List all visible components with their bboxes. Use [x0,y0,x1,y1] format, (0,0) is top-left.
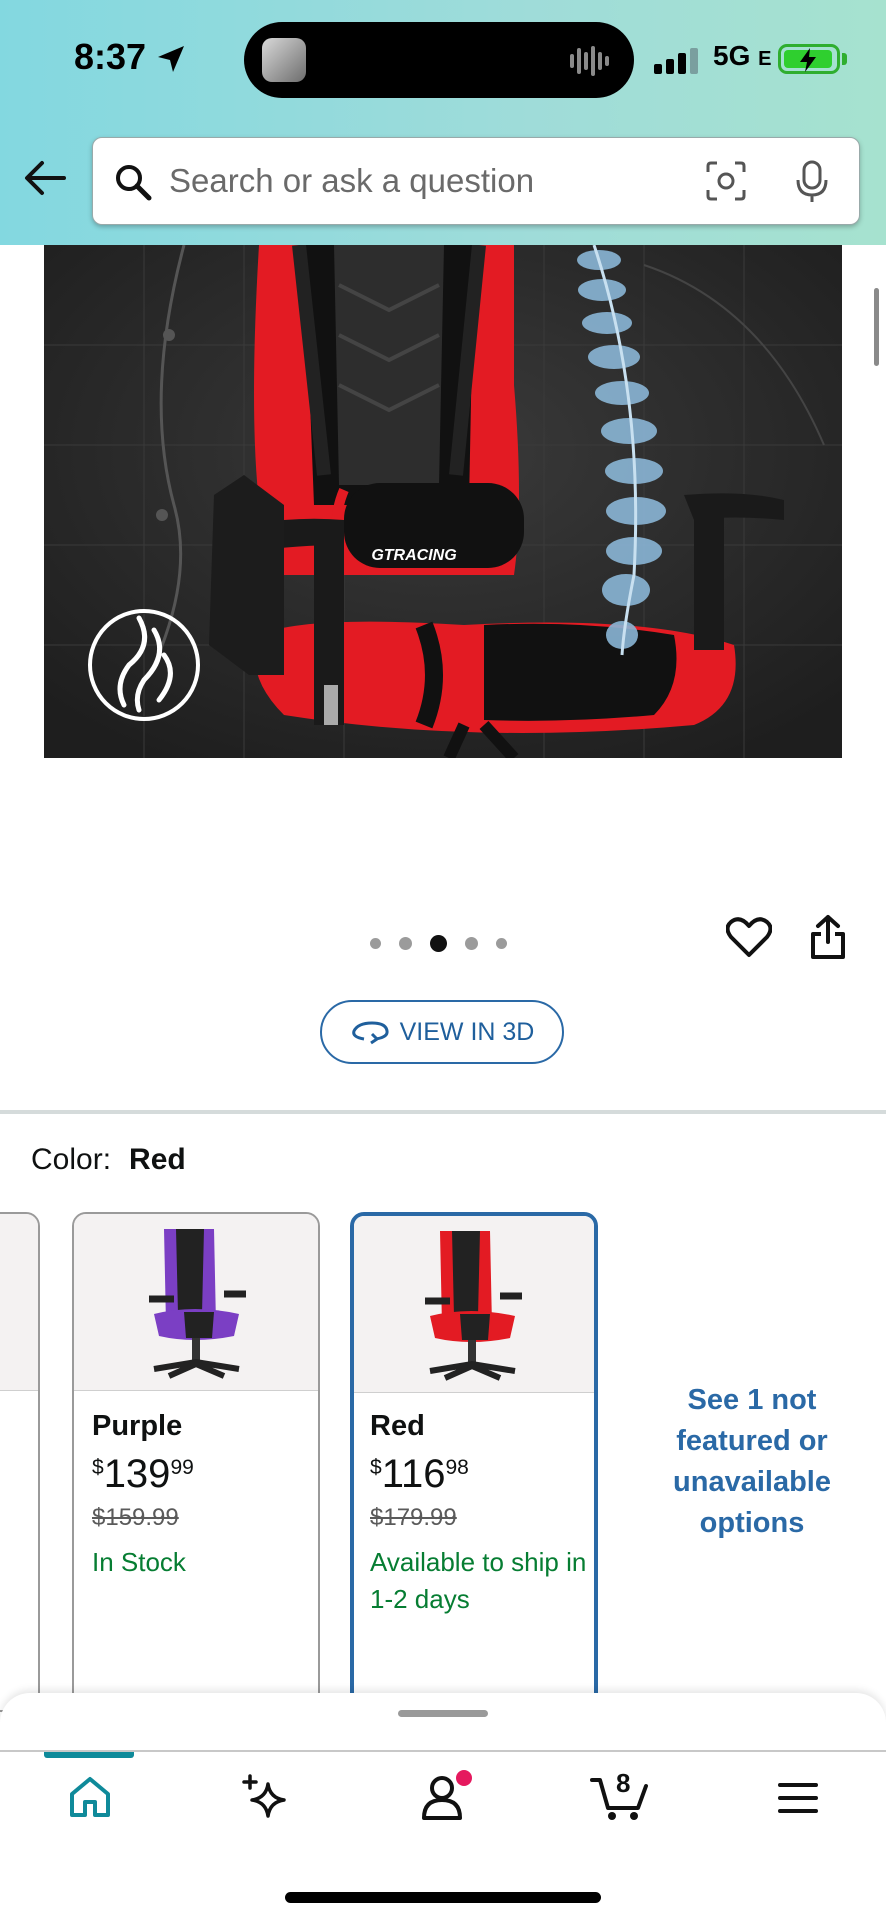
location-arrow-icon [158,46,184,72]
battery-icon [778,44,840,74]
variant-availability: In Stock [92,1547,186,1577]
carousel-dot[interactable] [370,938,381,949]
color-variant-card-partial[interactable] [0,1212,40,1712]
network-type: 5G E [713,40,771,72]
network-suffix: E [758,48,772,70]
variant-price: $13999 [92,1452,194,1496]
active-tab-indicator [44,1752,134,1758]
back-arrow-icon[interactable] [24,160,66,196]
camera-lens-icon[interactable] [705,160,747,202]
gaming-chair-illustration: GTRACING [44,245,842,758]
microphone-icon[interactable] [795,160,829,204]
variant-price: $11698 [370,1452,469,1496]
image-carousel-dots[interactable] [370,935,507,952]
home-icon[interactable] [68,1774,112,1820]
sparkle-icon[interactable] [240,1774,290,1820]
carousel-dot-active[interactable] [430,935,447,952]
variant-name: Red [370,1410,425,1442]
account-icon[interactable] [418,1768,474,1822]
variant-availability: Available to ship in 1-2 days [370,1547,587,1614]
product-image[interactable]: GTRACING [44,245,842,758]
section-divider [0,1110,886,1114]
bottom-sheet[interactable] [0,1693,886,1753]
page-scrollbar[interactable] [874,288,879,366]
selected-color: Red [129,1143,186,1176]
variant-list-price: $179.99 [370,1504,457,1531]
network-label: 5G [713,40,751,71]
home-indicator[interactable] [285,1892,601,1903]
view-in-3d-button[interactable]: VIEW IN 3D [320,1000,564,1064]
sheet-grab-handle[interactable] [398,1710,488,1717]
red-chair-image [425,1231,522,1381]
variant-list-price: $159.99 [92,1504,179,1531]
view-in-3d-label: VIEW IN 3D [399,1017,535,1046]
signal-icon [654,48,698,74]
brand-label: GTRACING [371,547,456,564]
search-icon [116,165,152,201]
color-label: Color: [31,1143,112,1176]
dynamic-island[interactable] [244,22,634,98]
purple-chair-image [149,1229,246,1379]
audio-wave-icon [570,46,609,76]
color-variant-card-red[interactable]: Red $11698 $179.99 Available to ship in … [350,1212,598,1712]
status-time: 8:37 [74,36,147,77]
search-bar[interactable]: Search or ask a question [92,137,860,225]
search-input[interactable]: Search or ask a question [169,162,534,200]
view-3d-icon [351,1021,389,1045]
color-selection-label: Color: Red [31,1143,186,1177]
heart-icon[interactable] [726,916,772,958]
carousel-dot[interactable] [399,937,412,950]
color-variant-card-purple[interactable]: Purple $13999 $159.99 In Stock [72,1212,320,1712]
cart-count: 8 [616,1768,631,1798]
menu-icon[interactable] [778,1782,818,1814]
now-playing-thumbnail [262,38,306,82]
carousel-dot[interactable] [465,937,478,950]
share-icon[interactable] [810,914,846,960]
see-unavailable-options-link[interactable]: See 1 not featured or unavailable option… [638,1380,866,1544]
cart-icon[interactable]: 8 [590,1768,650,1822]
battery-tip [842,53,847,65]
carousel-dot[interactable] [496,938,507,949]
variant-name: Purple [92,1410,183,1442]
variant-thumbnail [74,1214,318,1391]
variant-thumbnail [354,1216,594,1393]
